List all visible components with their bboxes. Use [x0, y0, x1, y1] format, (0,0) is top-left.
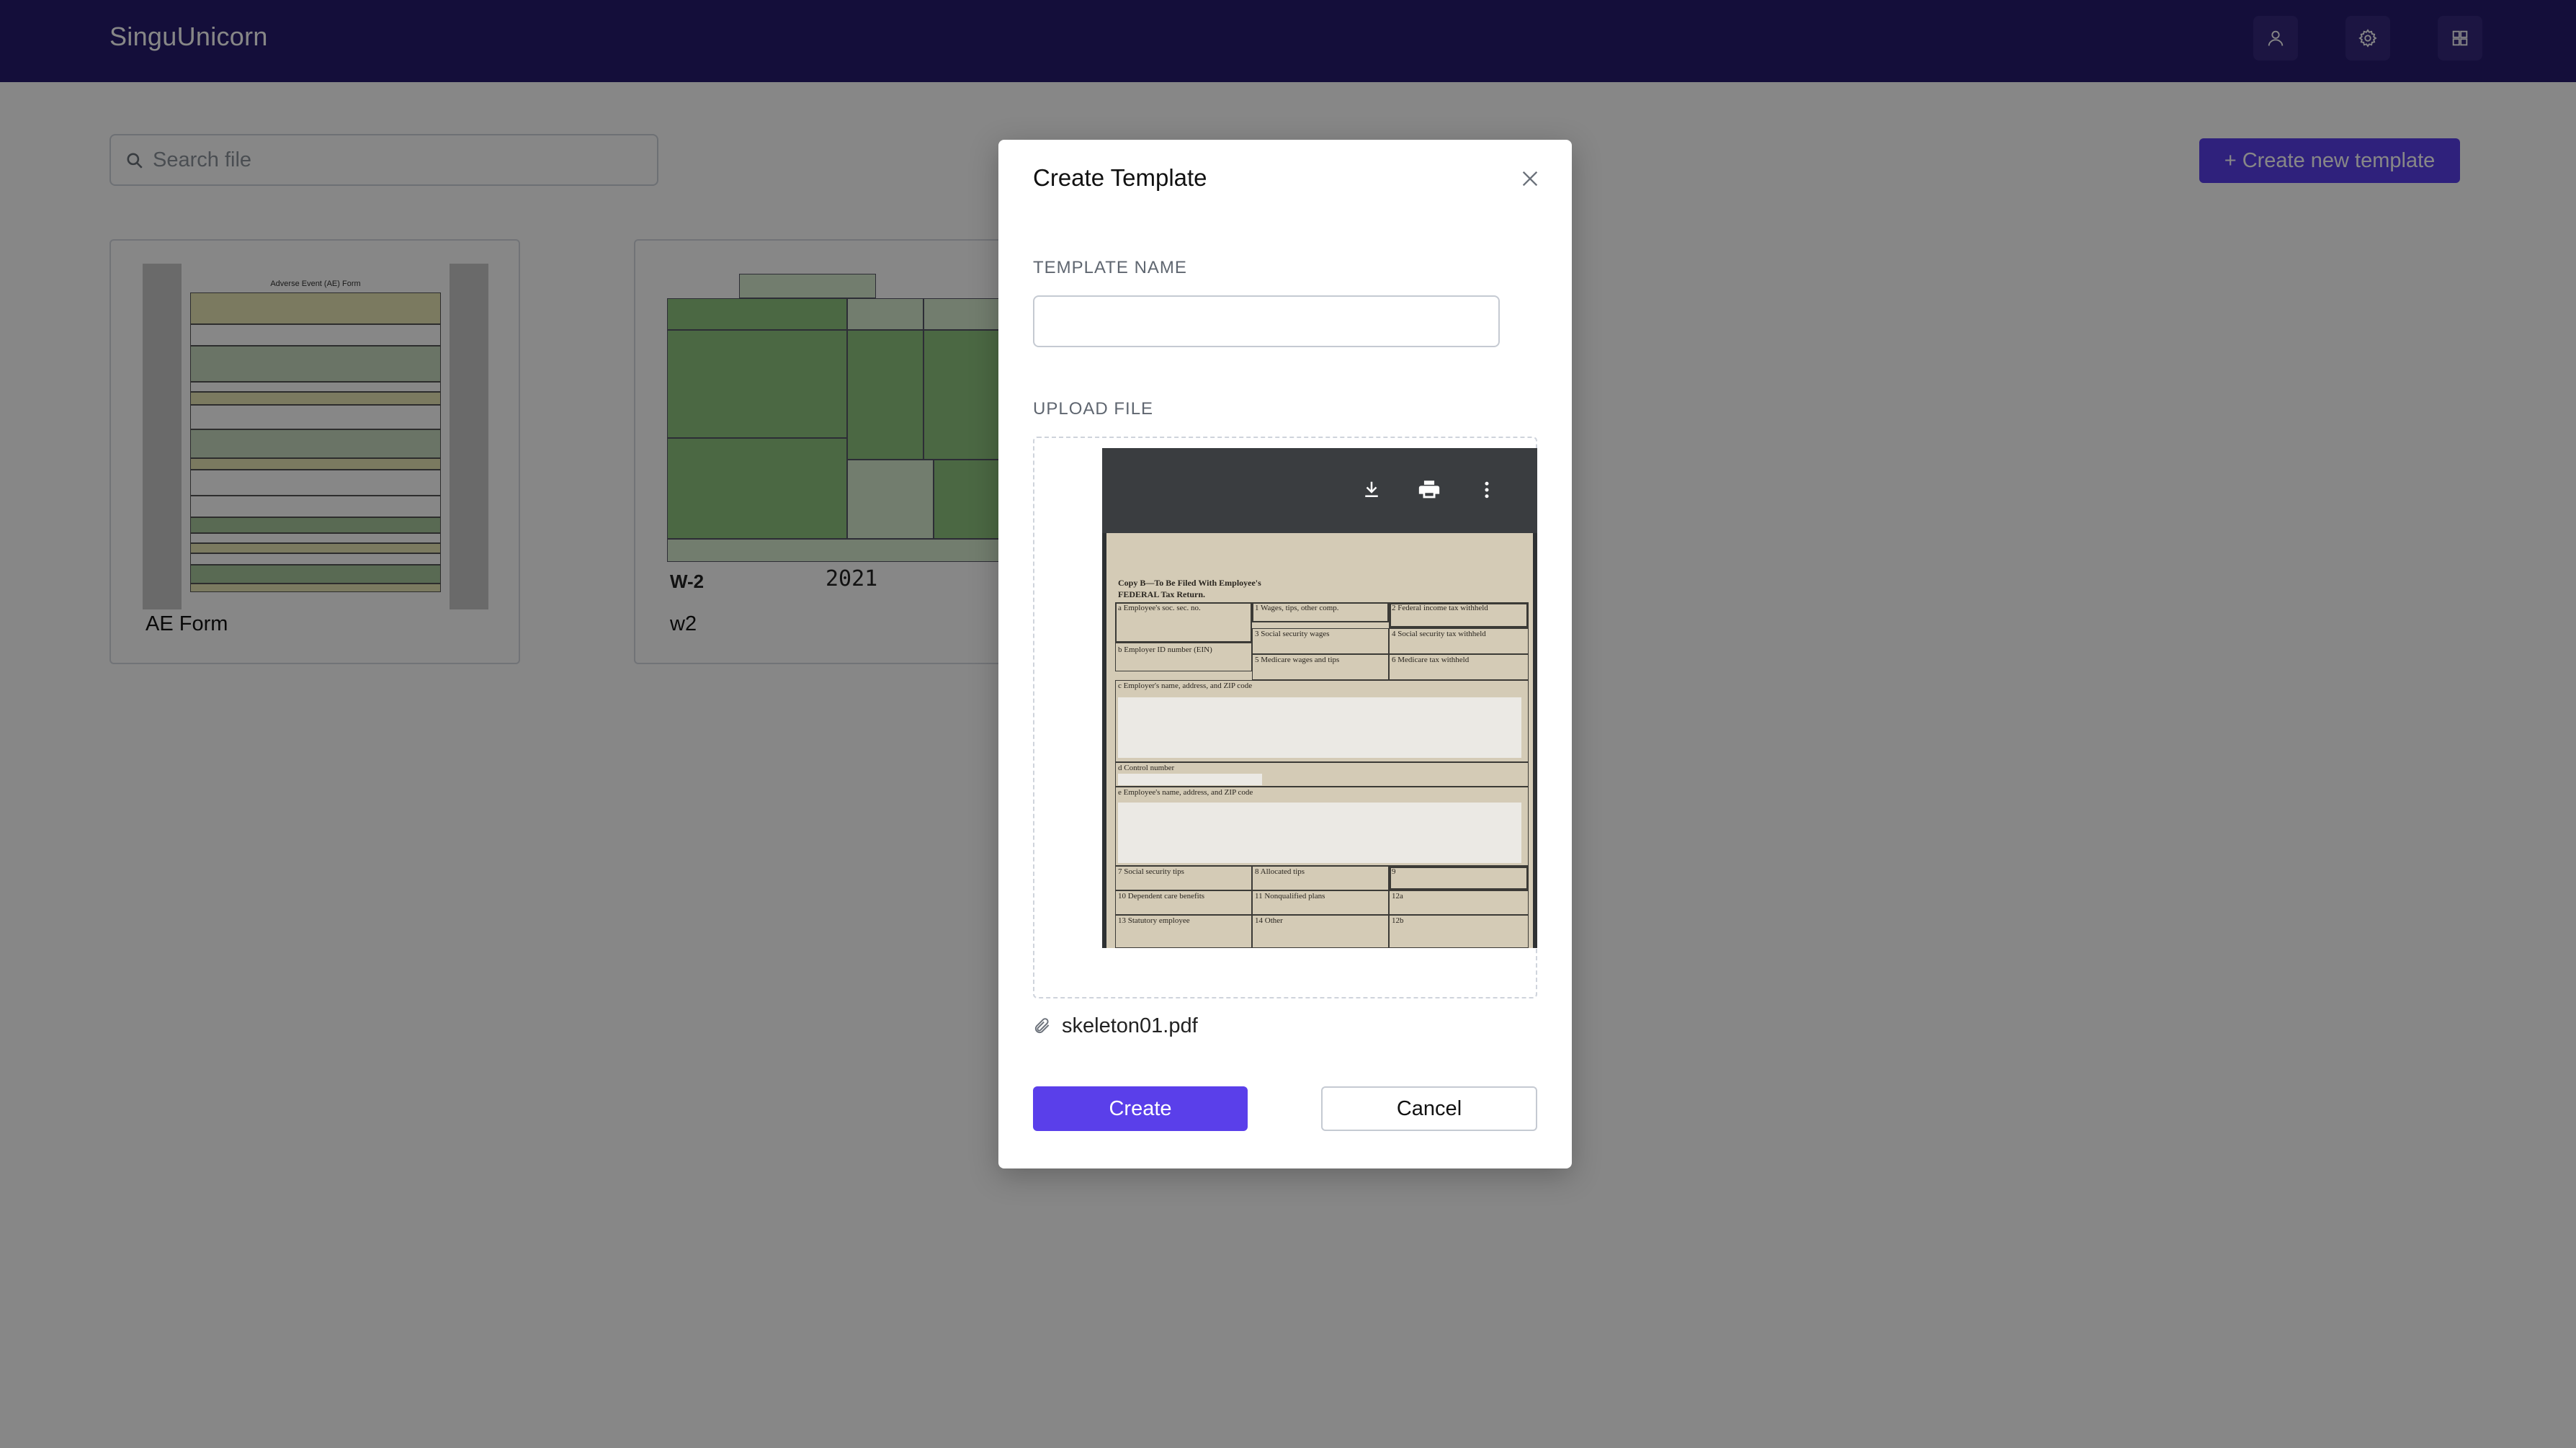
upload-file-label: UPLOAD FILE	[1033, 399, 1154, 419]
pdf-field: 12a	[1392, 892, 1403, 900]
paperclip-icon	[1034, 1018, 1050, 1034]
pdf-subheading: FEDERAL Tax Return.	[1118, 589, 1206, 599]
create-template-modal: Create Template TEMPLATE NAME UPLOAD FIL…	[998, 140, 1572, 1168]
pdf-field: a Employee's soc. sec. no.	[1118, 604, 1201, 612]
pdf-field: 13 Statutory employee	[1118, 916, 1190, 925]
pdf-field: 11 Nonqualified plans	[1255, 892, 1325, 900]
pdf-field: 2 Federal income tax withheld	[1392, 604, 1488, 612]
pdf-field: 3 Social security wages	[1255, 630, 1330, 638]
cancel-button[interactable]: Cancel	[1321, 1086, 1537, 1131]
pdf-field: 1 Wages, tips, other comp.	[1255, 604, 1339, 612]
more-vert-icon[interactable]	[1471, 474, 1503, 506]
pdf-field: b Employer ID number (EIN)	[1118, 645, 1212, 654]
pdf-preview[interactable]: Copy B—To Be Filed With Employee's FEDER…	[1102, 448, 1537, 948]
pdf-toolbar	[1102, 448, 1537, 533]
pdf-field: d Control number	[1118, 764, 1175, 772]
file-name: skeleton01.pdf	[1062, 1014, 1198, 1037]
close-icon[interactable]	[1517, 166, 1543, 192]
template-name-label: TEMPLATE NAME	[1033, 258, 1187, 277]
pdf-field: 9	[1392, 867, 1396, 876]
pdf-field: 4 Social security tax withheld	[1392, 630, 1486, 638]
pdf-field: 7 Social security tips	[1118, 867, 1184, 876]
pdf-field: 10 Dependent care benefits	[1118, 892, 1205, 900]
pdf-page: Copy B—To Be Filed With Employee's FEDER…	[1106, 533, 1533, 948]
pdf-field: 6 Medicare tax withheld	[1392, 656, 1470, 664]
pdf-field: 12b	[1392, 916, 1404, 925]
download-icon[interactable]	[1356, 474, 1387, 506]
create-button[interactable]: Create	[1033, 1086, 1248, 1131]
pdf-field: 5 Medicare wages and tips	[1255, 656, 1340, 664]
pdf-field: c Employer's name, address, and ZIP code	[1118, 681, 1253, 690]
attached-file: skeleton01.pdf	[1033, 1011, 1198, 1040]
modal-title: Create Template	[1033, 164, 1207, 191]
pdf-heading: Copy B—To Be Filed With Employee's	[1118, 578, 1261, 588]
upload-dropzone[interactable]: Copy B—To Be Filed With Employee's FEDER…	[1033, 437, 1537, 998]
pdf-field: e Employee's name, address, and ZIP code	[1118, 788, 1253, 797]
pdf-field: 14 Other	[1255, 916, 1283, 925]
pdf-field: 8 Allocated tips	[1255, 867, 1305, 876]
print-icon[interactable]	[1413, 474, 1445, 506]
template-name-input[interactable]	[1033, 295, 1500, 347]
